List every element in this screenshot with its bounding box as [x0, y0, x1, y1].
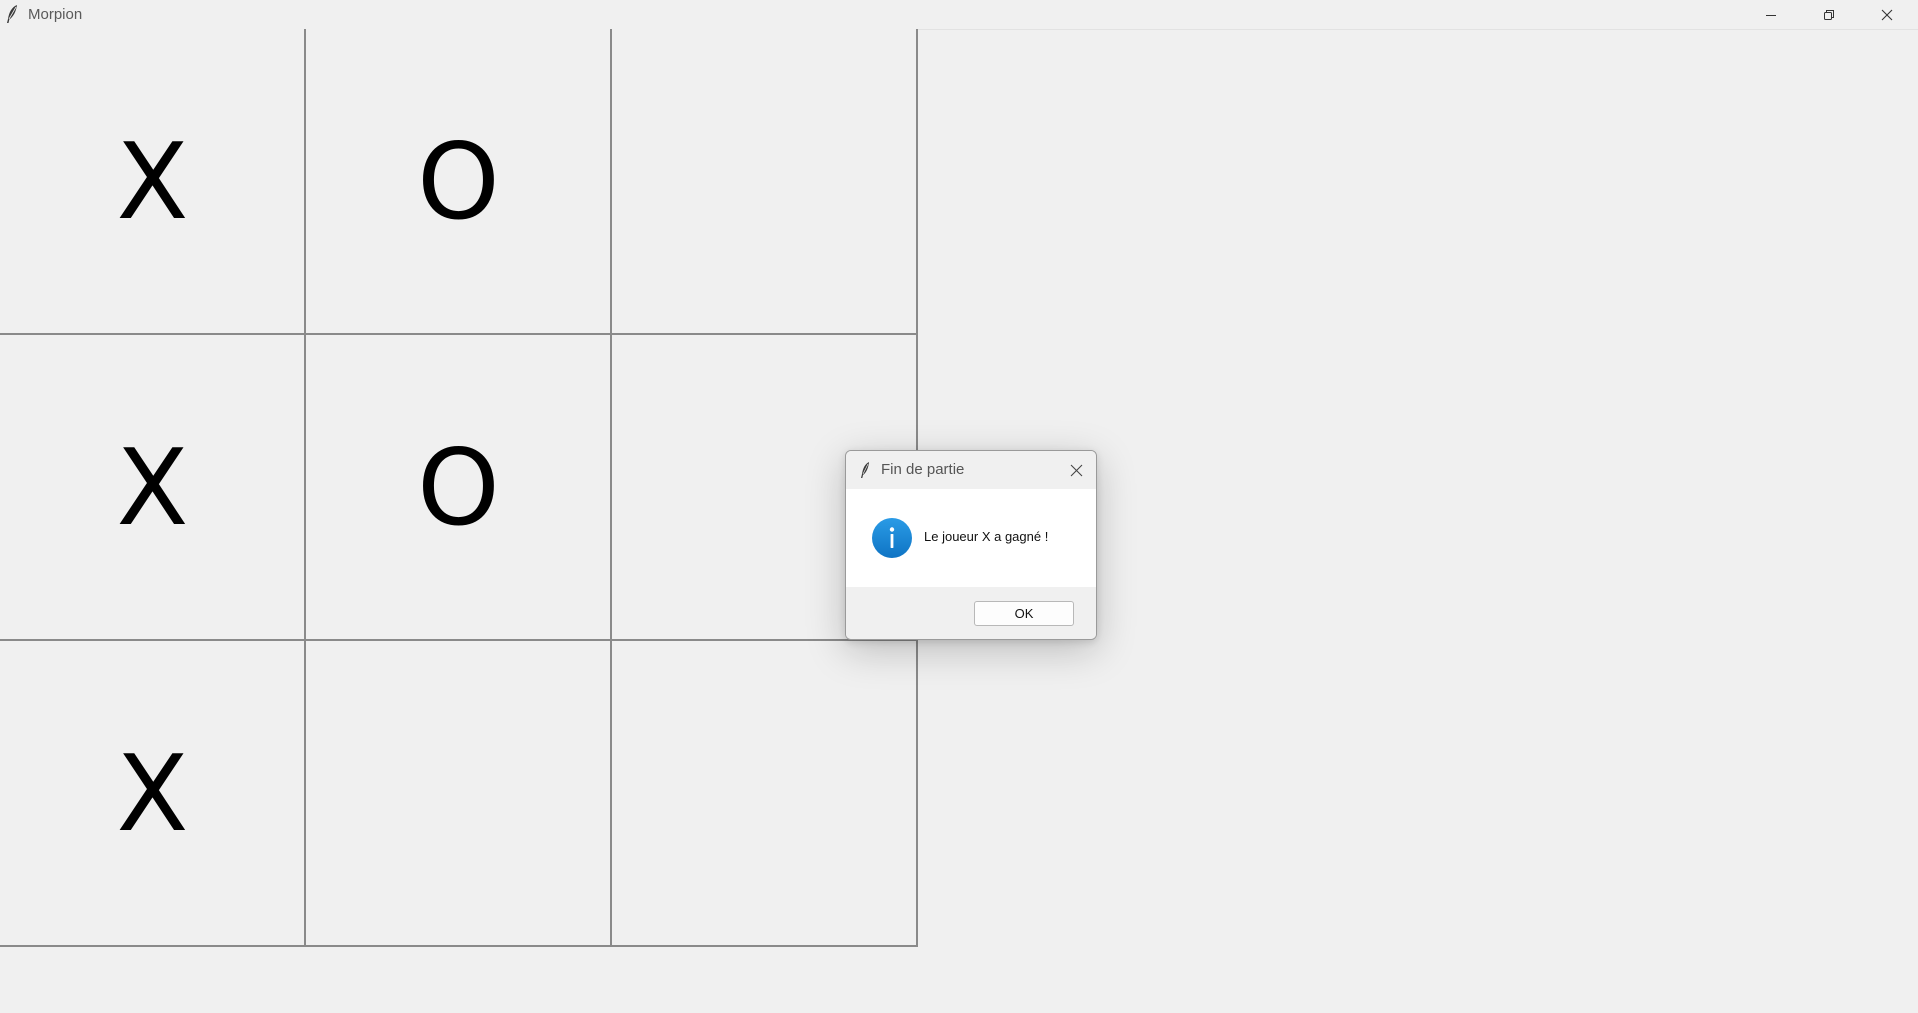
grid-line-horizontal-1	[0, 333, 918, 335]
restore-icon	[1824, 9, 1834, 20]
feather-icon	[861, 462, 869, 478]
minimize-icon	[1766, 14, 1776, 16]
main-window: Morpion X O X O X Fin de partie Le joueu…	[0, 0, 1918, 1013]
grid-line-horizontal-2	[0, 639, 918, 641]
ok-button[interactable]: OK	[974, 601, 1074, 626]
grid-line-vertical-2	[610, 29, 612, 946]
dialog-title-bar[interactable]: Fin de partie	[846, 451, 1096, 489]
dialog-title: Fin de partie	[881, 461, 965, 478]
board-cell-1-1[interactable]: X	[0, 29, 305, 334]
board-cell-3-3[interactable]	[612, 641, 917, 946]
board-cell-2-2[interactable]: O	[306, 335, 611, 640]
info-icon	[872, 518, 912, 558]
board-cell-2-1[interactable]: X	[0, 335, 305, 640]
window-background	[0, 947, 1918, 1013]
close-icon	[1881, 9, 1893, 20]
dialog-footer: OK	[846, 587, 1096, 639]
game-board: X O X O X	[0, 29, 919, 947]
dialog-message: Le joueur X a gagné !	[924, 529, 1049, 544]
maximize-button[interactable]	[1800, 0, 1858, 29]
grid-line-vertical-1	[304, 29, 306, 946]
board-cell-3-2[interactable]	[306, 641, 611, 946]
board-cell-1-3[interactable]	[612, 29, 917, 334]
game-over-dialog: Fin de partie Le joueur X a gagné ! OK	[845, 450, 1097, 640]
close-icon	[1070, 464, 1082, 476]
board-cell-3-1[interactable]: X	[0, 641, 305, 946]
close-button[interactable]	[1858, 0, 1916, 29]
board-cell-1-2[interactable]: O	[306, 29, 611, 334]
minimize-button[interactable]	[1742, 0, 1800, 29]
title-bar[interactable]: Morpion	[0, 0, 1918, 30]
feather-icon	[7, 5, 17, 23]
dialog-close-button[interactable]	[1066, 460, 1086, 480]
window-title: Morpion	[28, 6, 83, 23]
dialog-body: Le joueur X a gagné !	[846, 489, 1096, 587]
